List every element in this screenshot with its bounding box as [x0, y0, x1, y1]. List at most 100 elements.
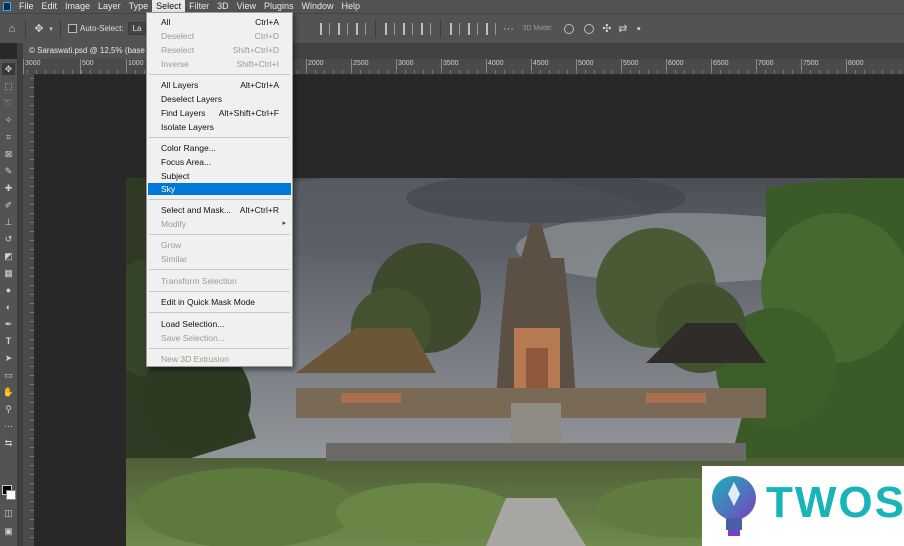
- align-middle-icon[interactable]: [403, 22, 414, 35]
- document-tab[interactable]: © Saraswati.psd @ 12,5% (base: [23, 43, 151, 59]
- menu-item-all-layers[interactable]: All Layers Alt+Ctrl+A: [148, 79, 291, 91]
- hand-tool-icon[interactable]: ✋: [2, 386, 15, 398]
- zoom-tool-icon[interactable]: ⚲: [2, 403, 15, 415]
- rectangle-tool-icon[interactable]: ▭: [2, 369, 15, 381]
- menu-item-reselect[interactable]: Reselect Shift+Ctrl+D: [148, 44, 291, 56]
- menu-item-all[interactable]: All Ctrl+A: [148, 16, 291, 28]
- scale-3d-icon[interactable]: ▪: [631, 21, 647, 37]
- menu-help[interactable]: Help: [338, 0, 365, 13]
- menu-image[interactable]: Image: [61, 0, 94, 13]
- marquee-tool-icon[interactable]: ⬚: [2, 80, 15, 92]
- ruler-minor-tick: [99, 70, 100, 74]
- menu-edit[interactable]: Edit: [38, 0, 62, 13]
- dodge-tool-icon[interactable]: ◐: [2, 301, 15, 313]
- menu-item-quick-mask[interactable]: Edit in Quick Mask Mode: [148, 296, 291, 308]
- align-center-icon[interactable]: [338, 22, 349, 35]
- menu-item-focus-area[interactable]: Focus Area...: [148, 156, 291, 168]
- roll-3d-icon[interactable]: [583, 23, 594, 34]
- auto-select-label: Auto-Select:: [80, 24, 124, 33]
- ruler-minor-tick: [468, 70, 469, 74]
- menu-divider: [149, 291, 290, 292]
- slide-3d-icon[interactable]: ⇄: [615, 21, 631, 37]
- menu-item-deselect[interactable]: Deselect Ctrl+D: [148, 30, 291, 42]
- menu-item-shortcut: Alt+Shift+Ctrl+F: [218, 108, 279, 118]
- move-tool-icon[interactable]: ✥: [2, 63, 15, 75]
- menu-layer[interactable]: Layer: [94, 0, 125, 13]
- menu-item-save-selection[interactable]: Save Selection...: [148, 332, 291, 344]
- menu-item-similar[interactable]: Similar: [148, 253, 291, 265]
- menu-item-shortcut: Shift+Ctrl+D: [232, 45, 279, 55]
- clone-stamp-tool-icon[interactable]: ⊥: [2, 216, 15, 228]
- align-left-icon[interactable]: [320, 22, 331, 35]
- distribute-left-icon[interactable]: [450, 22, 461, 35]
- menu-item-color-range[interactable]: Color Range...: [148, 142, 291, 154]
- layer-dropdown[interactable]: La: [127, 22, 147, 35]
- quick-mask-icon[interactable]: ◫: [2, 507, 15, 519]
- more-tools-icon[interactable]: ···: [2, 420, 15, 432]
- pen-tool-icon[interactable]: ✒: [2, 318, 15, 330]
- gradient-tool-icon[interactable]: ▦: [2, 267, 15, 279]
- path-selection-tool-icon[interactable]: ➤: [2, 352, 15, 364]
- ruler-minor-tick: [414, 70, 415, 74]
- ruler-minor-tick: [648, 70, 649, 74]
- type-tool-icon[interactable]: T: [2, 335, 15, 347]
- align-right-icon[interactable]: [356, 22, 367, 35]
- history-brush-tool-icon[interactable]: ↺: [2, 233, 15, 245]
- ruler-minor-tick: [108, 70, 109, 74]
- lasso-tool-icon[interactable]: ➰: [2, 97, 15, 109]
- menu-file[interactable]: File: [15, 0, 38, 13]
- align-bottom-icon[interactable]: [421, 22, 432, 35]
- ruler-minor-tick: [720, 70, 721, 74]
- align-top-icon[interactable]: [385, 22, 396, 35]
- menu-item-deselect-layers[interactable]: Deselect Layers: [148, 93, 291, 105]
- auto-select-checkbox[interactable]: [68, 24, 77, 33]
- drag-3d-icon[interactable]: ✣: [599, 21, 615, 37]
- ruler-label: 6000: [668, 60, 684, 67]
- background-color-swatch[interactable]: [6, 490, 16, 500]
- distribute-right-icon[interactable]: [486, 22, 497, 35]
- distribute-center-icon[interactable]: [468, 22, 479, 35]
- menu-item-load-selection[interactable]: Load Selection...: [148, 318, 291, 330]
- tools-panel: ✥ ⬚ ➰ ✧ ⌗ ⊠ ✎ ✚ ✐ ⊥ ↺ ◩ ▦ ● ◐ ✒ T ➤ ▭ ✋ …: [0, 59, 18, 546]
- eraser-tool-icon[interactable]: ◩: [2, 250, 15, 262]
- ruler-minor-tick: [639, 70, 640, 74]
- more-options-icon[interactable]: ···: [500, 21, 516, 37]
- menu-item-inverse[interactable]: Inverse Shift+Ctrl+I: [148, 58, 291, 70]
- ruler-minor-tick: [423, 70, 424, 74]
- menu-item-grow[interactable]: Grow: [148, 239, 291, 251]
- orbit-3d-icon[interactable]: [563, 23, 574, 34]
- blur-tool-icon[interactable]: ●: [2, 284, 15, 296]
- ruler-minor-tick: [657, 70, 658, 74]
- healing-brush-tool-icon[interactable]: ✚: [2, 182, 15, 194]
- home-icon[interactable]: ⌂: [4, 21, 20, 37]
- select-menu-dropdown: All Ctrl+A Deselect Ctrl+D Reselect Shift+C…: [146, 12, 293, 367]
- menu-item-sky[interactable]: Sky: [148, 183, 291, 195]
- ruler-minor-tick: [612, 70, 613, 74]
- ruler-label: 2000: [308, 60, 324, 67]
- frame-tool-icon[interactable]: ⊠: [2, 148, 15, 160]
- menu-item-select-and-mask[interactable]: Select and Mask... Alt+Ctrl+R: [148, 204, 291, 216]
- screen-mode-icon[interactable]: ▣: [2, 525, 15, 537]
- magic-wand-tool-icon[interactable]: ✧: [2, 114, 15, 126]
- brush-tool-icon[interactable]: ✐: [2, 199, 15, 211]
- menu-item-transform-selection[interactable]: Transform Selection: [148, 275, 291, 287]
- twos-brand-text: TWOS: [766, 478, 904, 527]
- menu-item-modify[interactable]: Modify ▸: [148, 218, 291, 230]
- chevron-down-icon[interactable]: ▾: [47, 21, 55, 37]
- ruler-minor-tick: [738, 70, 739, 74]
- edit-toolbar-icon[interactable]: ⇆: [2, 437, 15, 449]
- eyedropper-tool-icon[interactable]: ✎: [2, 165, 15, 177]
- menu-item-subject[interactable]: Subject: [148, 170, 291, 182]
- ruler-minor-tick: [729, 70, 730, 74]
- menu-item-new-3d-extrusion[interactable]: New 3D Extrusion: [148, 353, 291, 365]
- menu-item-isolate-layers[interactable]: Isolate Layers: [148, 121, 291, 133]
- menu-item-label: Sky: [161, 184, 176, 194]
- ruler-minor-tick: [630, 70, 631, 74]
- move-tool-icon[interactable]: ✥: [31, 21, 47, 37]
- ruler-minor-tick: [54, 70, 55, 74]
- ruler-minor-tick: [315, 70, 316, 74]
- menu-window[interactable]: Window: [298, 0, 338, 13]
- menu-item-find-layers[interactable]: Find Layers Alt+Shift+Ctrl+F: [148, 107, 291, 119]
- ruler-minor-tick: [378, 70, 379, 74]
- crop-tool-icon[interactable]: ⌗: [2, 131, 15, 143]
